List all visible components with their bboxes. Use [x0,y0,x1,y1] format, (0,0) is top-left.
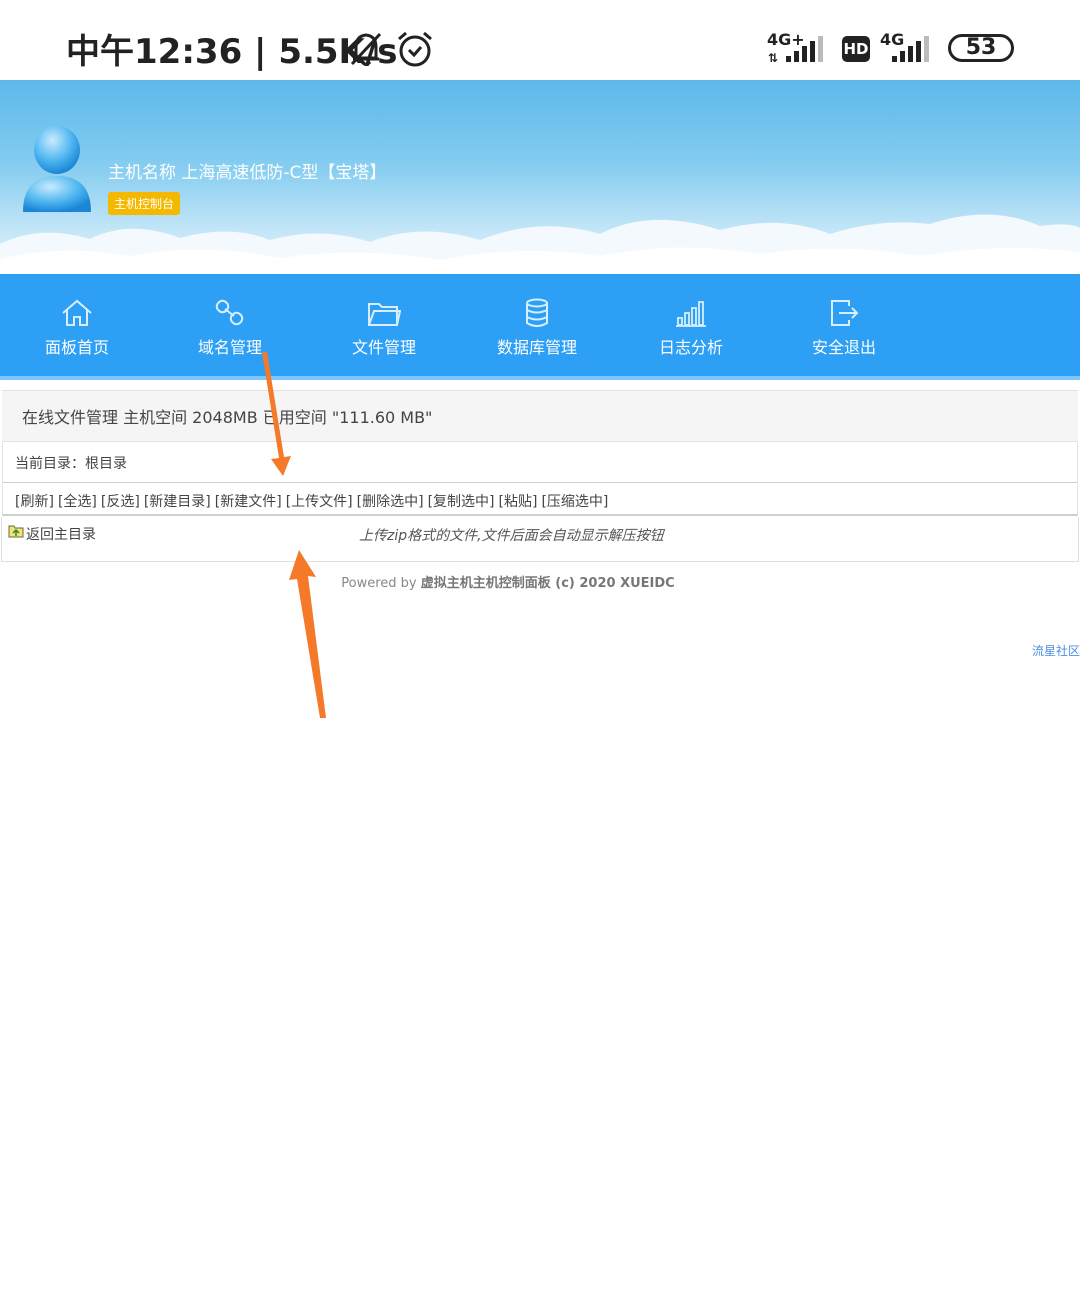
file-toolbar: [刷新] [全选] [反选] [新建目录] [新建文件] [上传文件] [删除选中] [复制选… [2,484,1078,516]
nav-files[interactable]: 文件管理 [307,274,461,376]
back-to-root-row[interactable]: 返回主目录 [8,524,96,544]
file-manager-title: 在线文件管理 主机空间 2048MB 已用空间 "111.60 MB" [22,408,433,427]
main-nav: 面板首页 域名管理 文件管理 数据库管理 日志分析 安全退出 [0,274,1080,380]
bar-chart-icon [676,301,706,327]
upload-hint: 上传zip格式的文件,文件后面会自动显示解压按钮 [359,528,664,544]
nav-files-label: 文件管理 [351,338,416,357]
link-icon [215,299,244,326]
nav-logout[interactable]: 安全退出 [767,274,921,376]
footer-suffix: (c) 2020 XUEIDC [550,576,675,591]
footer-brand: 虚拟主机主机控制面板 [420,576,551,591]
user-avatar-icon [23,126,91,212]
back-to-root-link[interactable]: 返回主目录 [26,527,96,543]
upload-file-link[interactable]: [上传文件] [286,494,353,510]
current-directory: 当前目录：根目录 [2,441,1078,483]
footer: Powered by 虚拟主机主机控制面板 (c) 2020 XUEIDC [0,572,1016,591]
new-folder-link[interactable]: [新建目录] [144,494,211,510]
folder-up-icon [8,525,24,538]
file-manager-header: 在线文件管理 主机空间 2048MB 已用空间 "111.60 MB" [2,390,1078,442]
mute-bell-icon [350,32,382,66]
nav-domain-label: 域名管理 [197,338,262,357]
status-bar: 中午12:36 | 5.5K/s 4G+ ⇅ HD 4G 53 [0,0,1080,80]
signal-icon: ⇅ [768,36,823,64]
alarm-icon [398,31,432,67]
community-link[interactable]: 流星社区 [1032,642,1080,659]
nav-home-label: 面板首页 [44,338,109,357]
home-icon [62,299,92,326]
refresh-link[interactable]: [刷新] [15,494,54,510]
svg-text:⇅: ⇅ [768,51,778,64]
delete-selected-link[interactable]: [删除选中] [357,494,424,510]
header-banner: 主机名称 上海高速低防-C型【宝塔】 主机控制台 [0,80,1080,274]
file-list: 返回主目录 上传zip格式的文件,文件后面会自动显示解压按钮 [1,517,1079,562]
footer-prefix: Powered by [341,576,421,591]
nav-database-label: 数据库管理 [496,338,577,357]
nav-database[interactable]: 数据库管理 [460,274,614,376]
current-directory-text: 当前目录：根目录 [15,456,127,472]
hd-badge: HD [842,36,870,62]
battery-indicator: 53 [948,34,1014,62]
select-all-link[interactable]: [全选] [58,494,97,510]
nav-logs[interactable]: 日志分析 [614,274,768,376]
new-file-link[interactable]: [新建文件] [215,494,282,510]
nav-logs-label: 日志分析 [658,338,723,357]
nav-logout-label: 安全退出 [811,338,876,357]
paste-link[interactable]: [粘贴] [499,494,538,510]
compress-selected-link[interactable]: [压缩选中] [541,494,608,510]
invert-selection-link[interactable]: [反选] [101,494,140,510]
host-name: 主机名称 上海高速低防-C型【宝塔】 [108,163,387,183]
nav-home[interactable]: 面板首页 [0,274,154,376]
signal-icon-2 [892,36,929,62]
copy-selected-link[interactable]: [复制选中] [428,494,495,510]
folder-icon [368,303,401,326]
cloud-decoration [0,214,1080,274]
logout-icon [831,300,859,326]
database-icon [526,298,548,327]
nav-domain[interactable]: 域名管理 [153,274,307,376]
